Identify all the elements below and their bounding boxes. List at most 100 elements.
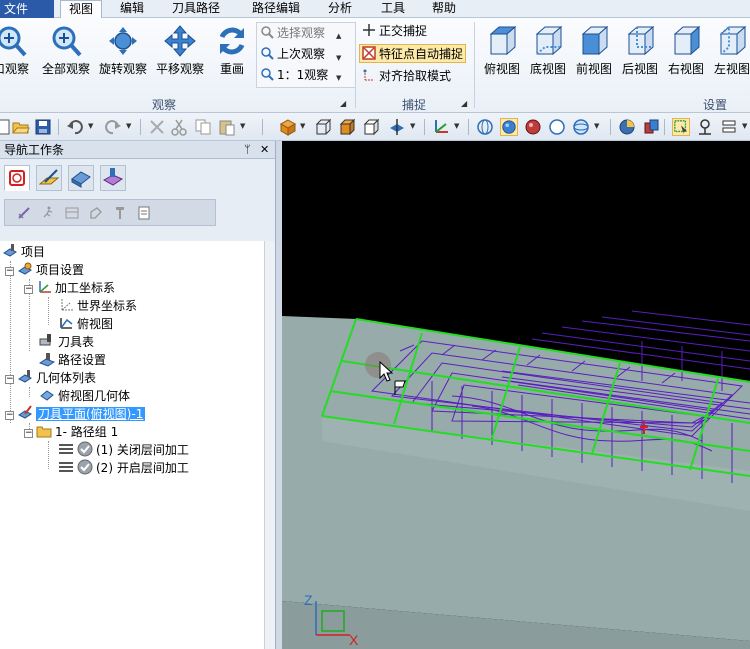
top-view-button[interactable]: 俯视图 — [482, 24, 522, 77]
shaded-cube-icon[interactable] — [338, 118, 356, 136]
coordinate-axes-dropdown[interactable]: ▼ — [454, 122, 459, 130]
copy-icon[interactable] — [194, 118, 212, 136]
cube-back-icon — [627, 25, 655, 56]
tree-item-top-view-geometry[interactable]: 俯视图几何体 — [39, 387, 130, 405]
view-group-launcher[interactable]: ◢ — [340, 99, 346, 108]
material-sphere-icon[interactable] — [524, 118, 542, 136]
cut-icon[interactable] — [170, 118, 188, 136]
last-view-button[interactable]: 上次观察 — [260, 45, 325, 64]
menu-path-edit[interactable]: 路径编辑 — [244, 0, 308, 18]
select-filter-icon[interactable] — [672, 118, 690, 136]
tab-project[interactable] — [4, 165, 30, 191]
tree-item-project[interactable]: 项目 — [2, 243, 45, 261]
iso-view-icon[interactable] — [279, 118, 297, 136]
collapse-toggle[interactable]: − — [5, 267, 14, 276]
redo-dropdown[interactable]: ▼ — [126, 122, 131, 130]
menu-help[interactable]: 帮助 — [424, 0, 464, 18]
document-icon[interactable] — [137, 206, 151, 220]
view-list-scroll-down[interactable]: ▼ — [336, 54, 341, 62]
tree-item-geometry-list[interactable]: − 几何体列表 — [5, 369, 96, 387]
texture-cube-icon[interactable] — [642, 118, 660, 136]
snap-group-launcher[interactable]: ◢ — [461, 99, 467, 108]
delete-icon[interactable] — [148, 118, 166, 136]
outline-sphere-icon[interactable] — [548, 118, 566, 136]
paste-dropdown[interactable]: ▼ — [240, 122, 245, 130]
undo-dropdown[interactable]: ▼ — [88, 122, 93, 130]
iso-view-dropdown[interactable]: ▼ — [300, 122, 305, 130]
tree-item-path-group[interactable]: − 1- 路径组 1 — [24, 423, 118, 441]
section-view-icon[interactable] — [388, 118, 406, 136]
pick-point-icon[interactable] — [696, 118, 714, 136]
window-view-button[interactable]: 口观察 — [0, 24, 34, 77]
collapse-toggle[interactable]: − — [24, 285, 33, 294]
view-list-scroll-up[interactable]: ▲ — [336, 32, 341, 40]
bottom-view-button[interactable]: 底视图 — [528, 24, 568, 77]
toolpath-wizard-icon[interactable] — [17, 206, 31, 220]
new-file-icon[interactable] — [0, 118, 12, 136]
close-icon[interactable]: ✕ — [260, 141, 269, 159]
menu-edit[interactable]: 编辑 — [112, 0, 152, 18]
open-folder-icon[interactable] — [12, 118, 30, 136]
select-view-button[interactable]: 选择观察 — [260, 24, 325, 43]
nav-panel-title: 导航工作条 — [0, 141, 275, 159]
one-to-one-view-button[interactable]: 1：1观察 — [260, 66, 328, 85]
menu-analysis[interactable]: 分析 — [320, 0, 360, 18]
shaded-sphere-icon[interactable] — [500, 118, 518, 136]
hidden-line-cube-icon[interactable] — [362, 118, 380, 136]
render-mode-dropdown[interactable]: ▼ — [594, 122, 599, 130]
menu-view[interactable]: 视图 — [60, 0, 103, 19]
align-pick-mode-button[interactable]: 对齐拾取模式 — [362, 67, 451, 86]
rotate-view-button[interactable]: 旋转观察 — [97, 24, 149, 77]
view-list-more[interactable]: ▼ — [336, 74, 341, 82]
tree-item-coord-system[interactable]: − 加工坐标系 — [24, 279, 115, 297]
front-view-button[interactable]: 前视图 — [574, 24, 614, 77]
project-tab-icon — [9, 170, 25, 186]
viewport-canvas: Z X — [282, 310, 750, 649]
edit-tool-icon[interactable] — [89, 206, 103, 220]
runner-icon[interactable] — [41, 206, 55, 220]
tree-item-op2[interactable]: (2) 开启层间加工 — [58, 459, 189, 477]
3d-viewport[interactable]: Z X — [282, 141, 750, 649]
tree-item-tool-plane[interactable]: − 刀具平面(俯视图)-1 — [5, 405, 146, 423]
paste-icon[interactable] — [218, 118, 236, 136]
section-view-dropdown[interactable]: ▼ — [410, 122, 415, 130]
collapse-toggle[interactable]: − — [5, 411, 14, 420]
layer-tool-icon[interactable] — [720, 118, 738, 136]
right-view-button[interactable]: 右视图 — [666, 24, 706, 77]
tree-item-top-view[interactable]: 俯视图 — [58, 315, 113, 333]
menu-file[interactable]: 文件 — [0, 0, 54, 19]
tool-holder-icon[interactable] — [113, 206, 127, 220]
toolpath-tab-icon — [102, 168, 124, 186]
menu-tools[interactable]: 工具 — [373, 0, 413, 18]
lighting-sphere-icon[interactable] — [618, 118, 636, 136]
redo-icon[interactable] — [104, 118, 122, 136]
transparent-sphere-icon[interactable] — [572, 118, 590, 136]
wire-sphere-icon[interactable] — [476, 118, 494, 136]
tab-sketch[interactable] — [36, 165, 62, 191]
tab-geometry[interactable] — [68, 165, 94, 191]
redraw-button[interactable]: 重画 — [212, 24, 252, 77]
zoom-all-button[interactable]: 全部观察 — [40, 24, 92, 77]
tree-item-path-settings[interactable]: 路径设置 — [39, 351, 106, 369]
feature-autosnap-button[interactable]: 特征点自动捕捉 — [359, 44, 467, 63]
tree-item-tool-table[interactable]: 刀具表 — [39, 333, 94, 351]
save-icon[interactable] — [34, 118, 52, 136]
wireframe-cube-icon[interactable] — [314, 118, 332, 136]
collapse-toggle[interactable]: − — [24, 429, 33, 438]
tab-toolpath[interactable] — [100, 165, 126, 191]
back-view-button[interactable]: 后视图 — [620, 24, 660, 77]
undo-icon[interactable] — [66, 118, 84, 136]
pan-view-button[interactable]: 平移观察 — [153, 24, 207, 77]
tree-item-project-settings[interactable]: − 项目设置 — [5, 261, 84, 279]
tree-scrollbar[interactable] — [264, 241, 275, 649]
coordinate-axes-icon[interactable] — [432, 118, 450, 136]
left-view-button[interactable]: 左视图 — [712, 24, 750, 77]
tree-item-world-coord[interactable]: 世界坐标系 — [58, 297, 137, 315]
table-icon[interactable] — [65, 206, 79, 220]
menu-toolpath[interactable]: 刀具路径 — [164, 0, 228, 18]
tree-item-op1[interactable]: (1) 关闭层间加工 — [58, 441, 189, 459]
ortho-snap-button[interactable]: 正交捕捉 — [362, 22, 427, 41]
pin-icon[interactable]: ᛘ — [244, 141, 251, 159]
collapse-toggle[interactable]: − — [5, 375, 14, 384]
layer-tool-dropdown[interactable]: ▼ — [742, 122, 747, 130]
